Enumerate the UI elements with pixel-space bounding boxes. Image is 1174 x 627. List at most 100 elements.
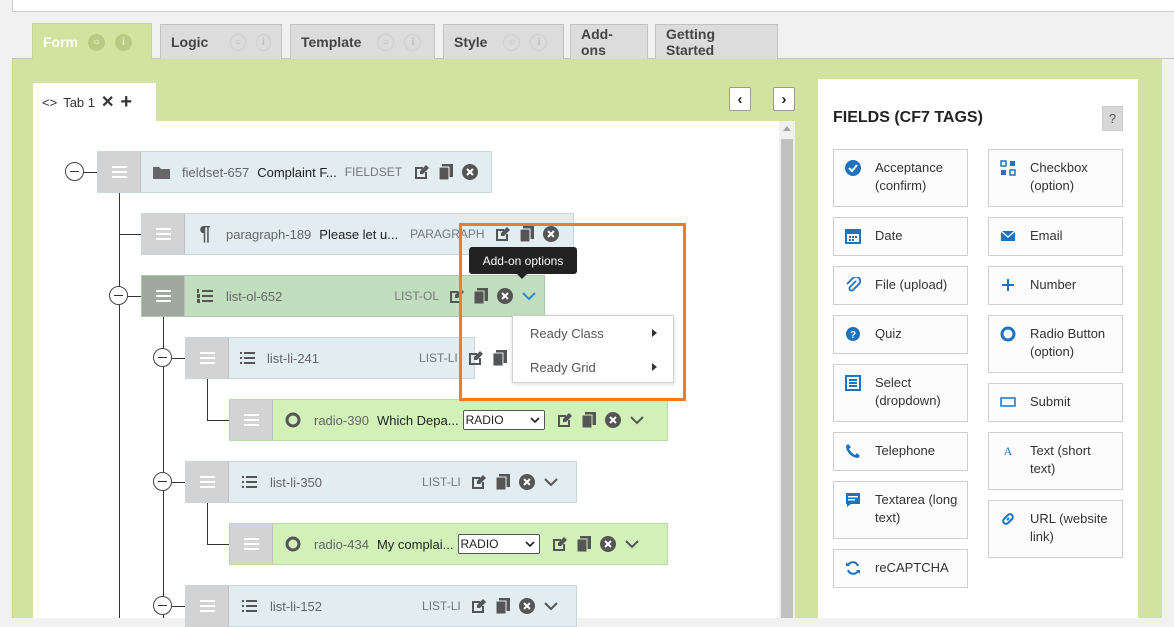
collapse-toggle[interactable] xyxy=(109,286,128,305)
field-date-button[interactable]: Date xyxy=(833,217,968,256)
node-label: Which Depa... xyxy=(376,412,459,428)
help-button[interactable]: ? xyxy=(1102,106,1123,131)
delete-icon[interactable] xyxy=(462,164,479,180)
chevron-down-icon[interactable] xyxy=(543,598,559,614)
list-li-node[interactable]: list-li-152 LIST-LI xyxy=(185,585,577,627)
close-tab-icon[interactable]: ✕ xyxy=(101,92,114,112)
drag-handle[interactable] xyxy=(230,400,273,440)
list-li-node[interactable]: list-li-350 LIST-LI xyxy=(185,461,577,503)
radio-node[interactable]: radio-390 Which Depa... RADIO xyxy=(229,399,668,441)
field-label-sub: link) xyxy=(1030,529,1054,544)
drag-handle[interactable] xyxy=(142,276,185,316)
tab-logic[interactable]: Logic ○ i xyxy=(160,24,282,59)
tab-getting-started[interactable]: Getting Started xyxy=(655,24,778,59)
submit-icon xyxy=(999,393,1017,411)
delete-icon[interactable] xyxy=(518,474,535,490)
refresh-icon xyxy=(844,559,862,577)
field-recaptcha-button[interactable]: reCAPTCHA xyxy=(833,549,968,588)
duplicate-icon[interactable] xyxy=(438,164,454,180)
edit-icon[interactable] xyxy=(414,164,430,180)
type-select[interactable]: RADIO xyxy=(457,534,540,554)
main-tabs: Form ○ i Logic ○ i Template ○ i Style ○ … xyxy=(12,22,1174,60)
collapse-toggle[interactable] xyxy=(153,348,172,367)
field-label: Acceptance xyxy=(875,160,943,175)
collapse-toggle[interactable] xyxy=(153,472,172,491)
field-textarea-button[interactable]: Textarea (long text) xyxy=(833,481,968,539)
field-select-button[interactable]: Select (dropdown) xyxy=(833,364,968,422)
node-label: My complai... xyxy=(376,536,454,552)
tab-label: Getting Started xyxy=(666,26,715,58)
lightbulb-icon: ○ xyxy=(503,33,521,51)
field-label-sub: text) xyxy=(1030,461,1056,476)
node-type: LIST-OL xyxy=(394,289,440,303)
type-select[interactable]: RADIO xyxy=(462,410,545,430)
add-tab-icon[interactable]: + xyxy=(120,91,132,114)
duplicate-icon[interactable] xyxy=(495,598,511,614)
duplicate-icon[interactable] xyxy=(495,474,511,490)
chevron-down-icon[interactable] xyxy=(624,536,640,552)
text-icon: A xyxy=(999,442,1017,460)
collapse-toggle[interactable] xyxy=(65,162,84,181)
tree-line xyxy=(171,606,185,607)
checkbox-grid-icon xyxy=(999,159,1017,177)
duplicate-icon[interactable] xyxy=(581,412,597,428)
tab-style[interactable]: Style ○ i xyxy=(443,24,564,59)
top-bar xyxy=(12,0,1174,12)
textarea-icon xyxy=(844,491,862,509)
fieldset-node[interactable]: fieldset-657 Complaint F... FIELDSET xyxy=(97,151,492,193)
code-icon[interactable]: <> xyxy=(42,95,57,110)
tree-line xyxy=(207,420,229,421)
field-url-button[interactable]: URL (website link) xyxy=(988,500,1123,558)
tab-form[interactable]: Form ○ i xyxy=(32,23,152,60)
chevron-down-icon[interactable] xyxy=(543,474,559,490)
field-radio-button[interactable]: Radio Button (option) xyxy=(988,315,1123,373)
panel-title: FIELDS (CF7 TAGS) xyxy=(833,109,983,126)
tab-template[interactable]: Template ○ i xyxy=(290,24,435,59)
next-tab-button[interactable]: › xyxy=(773,87,795,111)
edit-icon[interactable] xyxy=(557,412,573,428)
drag-handle[interactable] xyxy=(230,524,273,564)
chevron-down-icon[interactable] xyxy=(629,412,645,428)
field-quiz-button[interactable]: ? Quiz xyxy=(833,315,968,354)
radio-node[interactable]: radio-434 My complai... RADIO xyxy=(229,523,668,565)
radio-icon xyxy=(999,325,1017,343)
radio-icon xyxy=(284,412,302,428)
drag-handle[interactable] xyxy=(186,338,229,378)
drag-handle[interactable] xyxy=(98,152,141,192)
field-file-button[interactable]: File (upload) xyxy=(833,266,968,305)
duplicate-icon[interactable] xyxy=(576,536,592,552)
collapse-toggle[interactable] xyxy=(153,596,172,615)
drag-handle[interactable] xyxy=(142,214,185,254)
field-checkbox-button[interactable]: Checkbox (option) xyxy=(988,149,1123,207)
edit-icon[interactable] xyxy=(552,536,568,552)
node-name: paragraph-189 xyxy=(226,226,312,242)
node-name: radio-434 xyxy=(314,536,369,552)
field-telephone-button[interactable]: Telephone xyxy=(833,432,968,471)
chevron-down-icon xyxy=(530,416,540,423)
calendar-icon xyxy=(844,227,862,245)
drag-handle[interactable] xyxy=(186,586,229,626)
delete-icon[interactable] xyxy=(518,598,535,614)
field-text-button[interactable]: A Text (short text) xyxy=(988,432,1123,490)
editor-scrollbar[interactable] xyxy=(779,121,795,618)
field-acceptance-button[interactable]: Acceptance (confirm) xyxy=(833,149,968,207)
field-label: Checkbox xyxy=(1030,160,1088,175)
node-label: Please let u... xyxy=(319,226,399,242)
chevron-down-icon xyxy=(524,540,535,547)
highlight-box xyxy=(459,223,686,401)
prev-tab-button[interactable]: ‹ xyxy=(729,87,751,111)
field-submit-button[interactable]: Submit xyxy=(988,383,1123,422)
field-email-button[interactable]: Email xyxy=(988,217,1123,256)
tab-add-ons[interactable]: Add-ons xyxy=(570,24,648,59)
field-number-button[interactable]: Number xyxy=(988,266,1123,305)
drag-handle[interactable] xyxy=(186,462,229,502)
edit-icon[interactable] xyxy=(471,598,487,614)
tree-line xyxy=(119,193,120,618)
editor-tab[interactable]: <> Tab 1 ✕ + xyxy=(33,83,156,121)
node-type: FIELDSET xyxy=(344,165,403,179)
edit-icon[interactable] xyxy=(471,474,487,490)
list-li-node[interactable]: list-li-241 LIST-LI xyxy=(185,337,507,379)
delete-icon[interactable] xyxy=(599,536,616,552)
select-value: RADIO xyxy=(460,537,499,551)
delete-icon[interactable] xyxy=(604,412,621,428)
